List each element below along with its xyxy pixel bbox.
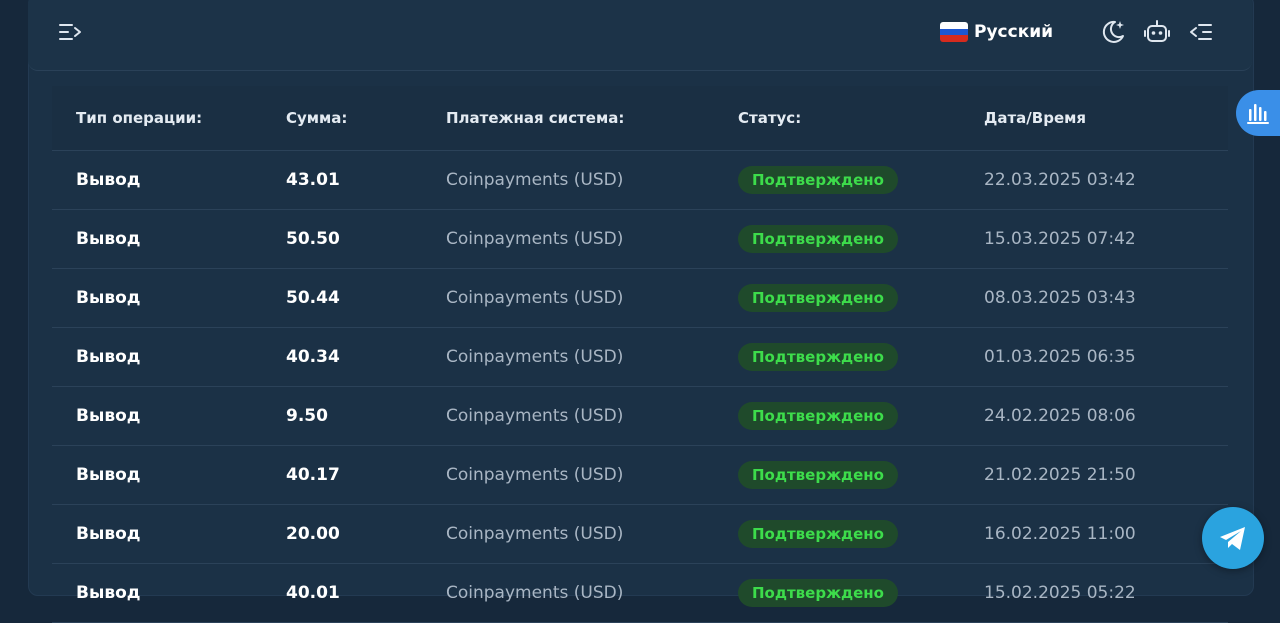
cell-amount: 50.44 — [286, 288, 340, 308]
column-header-amount: Сумма: — [286, 109, 348, 127]
cell-system: Coinpayments (USD) — [446, 229, 624, 249]
cell-amount: 43.01 — [286, 170, 340, 190]
status-badge: Подтверждено — [738, 225, 898, 253]
table-row: Вывод 50.50 Coinpayments (USD) Подтвержд… — [52, 210, 1228, 269]
cell-amount: 40.17 — [286, 465, 340, 485]
table-row: Вывод 40.17 Coinpayments (USD) Подтвержд… — [52, 446, 1228, 505]
status-badge: Подтверждено — [738, 520, 898, 548]
russia-flag-icon — [940, 22, 968, 42]
table-row: Вывод 43.01 Coinpayments (USD) Подтвержд… — [52, 151, 1228, 210]
moon-icon[interactable] — [1098, 18, 1128, 46]
cell-date: 16.02.2025 11:00 — [984, 524, 1136, 544]
status-badge: Подтверждено — [738, 166, 898, 194]
telegram-icon[interactable] — [1202, 507, 1264, 569]
cell-date: 22.03.2025 03:42 — [984, 170, 1136, 190]
table-row: Вывод 50.44 Coinpayments (USD) Подтвержд… — [52, 269, 1228, 328]
cell-system: Coinpayments (USD) — [446, 465, 624, 485]
cell-amount: 40.34 — [286, 347, 340, 367]
cell-type: Вывод — [76, 229, 141, 249]
language-selector[interactable]: Русский — [940, 18, 1053, 46]
cell-date: 01.03.2025 06:35 — [984, 347, 1136, 367]
status-badge: Подтверждено — [738, 402, 898, 430]
cell-system: Coinpayments (USD) — [446, 406, 624, 426]
stats-icon[interactable] — [1236, 90, 1280, 136]
cell-system: Coinpayments (USD) — [446, 288, 624, 308]
status-badge: Подтверждено — [738, 343, 898, 371]
status-badge: Подтверждено — [738, 461, 898, 489]
cell-system: Coinpayments (USD) — [446, 583, 624, 603]
sidebar-collapse-icon[interactable] — [1186, 18, 1216, 46]
table-row: Вывод 40.34 Coinpayments (USD) Подтвержд… — [52, 328, 1228, 387]
cell-system: Coinpayments (USD) — [446, 170, 624, 190]
cell-type: Вывод — [76, 524, 141, 544]
cell-type: Вывод — [76, 170, 141, 190]
column-header-type: Тип операции: — [76, 109, 203, 127]
cell-amount: 50.50 — [286, 229, 340, 249]
cell-type: Вывод — [76, 288, 141, 308]
cell-date: 21.02.2025 21:50 — [984, 465, 1136, 485]
menu-toggle-icon[interactable] — [56, 20, 84, 44]
cell-type: Вывод — [76, 347, 141, 367]
table-header: Тип операции: Сумма: Платежная система: … — [52, 86, 1228, 151]
cell-amount: 20.00 — [286, 524, 340, 544]
column-header-system: Платежная система: — [446, 109, 625, 127]
column-header-status: Статус: — [738, 109, 802, 127]
table-row: Вывод 9.50 Coinpayments (USD) Подтвержде… — [52, 387, 1228, 446]
cell-date: 08.03.2025 03:43 — [984, 288, 1136, 308]
table-row: Вывод 40.01 Coinpayments (USD) Подтвержд… — [52, 564, 1228, 623]
cell-date: 15.03.2025 07:42 — [984, 229, 1136, 249]
cell-system: Coinpayments (USD) — [446, 524, 624, 544]
cell-type: Вывод — [76, 465, 141, 485]
cell-date: 24.02.2025 08:06 — [984, 406, 1136, 426]
top-bar — [28, 0, 1252, 71]
cell-date: 15.02.2025 05:22 — [984, 583, 1136, 603]
status-badge: Подтверждено — [738, 284, 898, 312]
status-badge: Подтверждено — [738, 579, 898, 607]
cell-system: Coinpayments (USD) — [446, 347, 624, 367]
cell-amount: 9.50 — [286, 406, 328, 426]
transactions-table: Тип операции: Сумма: Платежная система: … — [52, 86, 1228, 623]
table-row: Вывод 20.00 Coinpayments (USD) Подтвержд… — [52, 505, 1228, 564]
robot-icon[interactable] — [1142, 18, 1172, 46]
language-label: Русский — [974, 22, 1054, 42]
cell-type: Вывод — [76, 406, 141, 426]
column-header-date: Дата/Время — [984, 109, 1087, 127]
cell-amount: 40.01 — [286, 583, 340, 603]
cell-type: Вывод — [76, 583, 141, 603]
